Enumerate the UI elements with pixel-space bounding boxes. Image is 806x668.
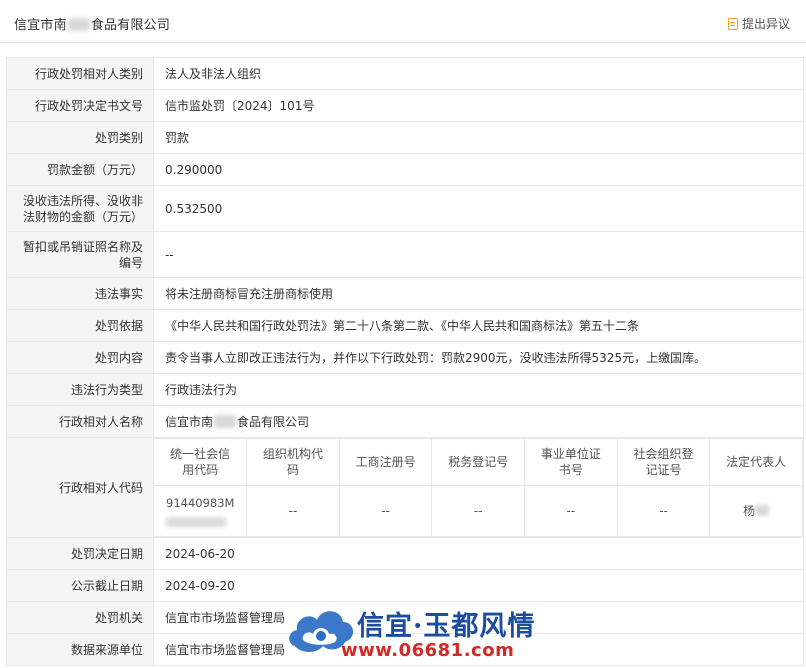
value-prefix: 信宜市南 bbox=[165, 415, 214, 429]
row-label: 罚款金额（万元） bbox=[6, 153, 154, 186]
info-row: 处罚决定日期 2024-06-20 bbox=[6, 537, 804, 570]
row-value: 责令当事人立即改正违法行为，并作以下行政处罚：罚款2900元，没收违法所得532… bbox=[153, 341, 804, 374]
row-label: 数据来源单位 bbox=[6, 633, 154, 666]
company-title-suffix: 食品有限公司 bbox=[90, 18, 171, 33]
row-label: 行政处罚相对人类别 bbox=[6, 57, 154, 90]
page-header: 信宜市南 食品有限公司 提出异议 bbox=[0, 0, 806, 43]
company-title-prefix: 信宜市南 bbox=[14, 18, 67, 33]
code-value: -- bbox=[338, 485, 433, 537]
row-value: 2024-09-20 bbox=[153, 569, 804, 602]
info-row: 处罚内容 责令当事人立即改正违法行为，并作以下行政处罚：罚款2900元，没收违法… bbox=[6, 341, 804, 374]
info-row: 公示截止日期 2024-09-20 bbox=[6, 569, 804, 602]
info-row: 暂扣或吊销证照名称及编号 -- bbox=[6, 231, 804, 278]
row-label: 行政相对人名称 bbox=[6, 405, 154, 438]
row-value: 0.532500 bbox=[153, 185, 804, 232]
company-title: 信宜市南 食品有限公司 bbox=[14, 14, 170, 33]
row-label: 处罚决定日期 bbox=[6, 537, 154, 570]
redacted-mark bbox=[67, 18, 90, 31]
info-row: 罚款金额（万元） 0.290000 bbox=[6, 153, 804, 186]
row-value: 行政违法行为 bbox=[153, 373, 804, 406]
code-value-legal-rep: 杨 bbox=[709, 485, 803, 537]
redacted-mark bbox=[166, 517, 226, 527]
row-label: 处罚内容 bbox=[6, 341, 154, 374]
objection-label: 提出异议 bbox=[741, 17, 790, 31]
watermark-title: 信宜·玉都风情 bbox=[357, 611, 536, 642]
uscc-text: 91440983M bbox=[166, 496, 235, 510]
redacted-mark bbox=[755, 505, 770, 516]
row-value: 将未注册商标冒充注册商标使用 bbox=[153, 277, 804, 310]
info-row: 行政处罚决定书文号 信市监处罚〔2024〕101号 bbox=[6, 89, 804, 122]
row-value: 罚款 bbox=[153, 121, 804, 154]
watermark-url: www.06681.com bbox=[341, 640, 515, 661]
code-header: 统一社会信用代码 bbox=[154, 438, 248, 486]
code-value: -- bbox=[616, 485, 711, 537]
row-label: 违法行为类型 bbox=[6, 373, 154, 406]
info-row: 违法事实 将未注册商标冒充注册商标使用 bbox=[6, 277, 804, 310]
info-row: 没收违法所得、没收非法财物的金额（万元） 0.532500 bbox=[6, 185, 804, 232]
row-label: 行政相对人代码 bbox=[6, 437, 154, 538]
row-label: 行政处罚决定书文号 bbox=[6, 89, 154, 122]
legal-rep-name: 杨 bbox=[743, 504, 756, 518]
info-row: 行政相对人名称 信宜市南 食品有限公司 bbox=[6, 405, 804, 438]
code-value: -- bbox=[524, 485, 618, 537]
row-value: 0.290000 bbox=[153, 153, 804, 186]
row-value: 信市监处罚〔2024〕101号 bbox=[153, 89, 804, 122]
code-row: 行政相对人代码 统一社会信用代码 组织机构代码 工商注册号 税务登记号 事业单位… bbox=[6, 437, 804, 538]
site-watermark: 信宜·玉都风情 www.06681.com bbox=[285, 598, 545, 668]
row-value: 法人及非法人组织 bbox=[153, 57, 804, 90]
row-label: 公示截止日期 bbox=[6, 569, 154, 602]
code-value: -- bbox=[431, 485, 526, 537]
row-value: 《中华人民共和国行政处罚法》第二十八条第二款、《中华人民共和国商标法》第五十二条 bbox=[153, 309, 804, 342]
code-header: 事业单位证书号 bbox=[524, 438, 618, 486]
row-value: 信宜市南 食品有限公司 bbox=[153, 405, 804, 438]
code-subtable-cell: 统一社会信用代码 组织机构代码 工商注册号 税务登记号 事业单位证书号 社会组织… bbox=[153, 437, 804, 538]
code-value-uscc: 91440983M bbox=[154, 485, 248, 537]
info-row: 行政处罚相对人类别 法人及非法人组织 bbox=[6, 57, 804, 90]
row-label: 处罚类别 bbox=[6, 121, 154, 154]
row-label: 处罚依据 bbox=[6, 309, 154, 342]
code-header: 社会组织登记证号 bbox=[616, 438, 711, 486]
code-subtable: 统一社会信用代码 组织机构代码 工商注册号 税务登记号 事业单位证书号 社会组织… bbox=[154, 438, 803, 537]
penalty-info-table: 行政处罚相对人类别 法人及非法人组织 行政处罚决定书文号 信市监处罚〔2024〕… bbox=[6, 57, 804, 666]
info-row: 处罚类别 罚款 bbox=[6, 121, 804, 154]
objection-button[interactable]: 提出异议 bbox=[727, 15, 790, 32]
value-suffix: 食品有限公司 bbox=[237, 415, 310, 429]
code-value: -- bbox=[246, 485, 340, 537]
row-value: -- bbox=[153, 231, 804, 278]
row-value: 2024-06-20 bbox=[153, 537, 804, 570]
code-value-row: 91440983M -- -- -- -- -- 杨 bbox=[154, 485, 803, 537]
row-label: 违法事实 bbox=[6, 277, 154, 310]
redacted-mark bbox=[214, 415, 237, 428]
row-label: 没收违法所得、没收非法财物的金额（万元） bbox=[6, 185, 154, 232]
code-header: 组织机构代码 bbox=[246, 438, 340, 486]
row-label: 处罚机关 bbox=[6, 601, 154, 634]
code-header: 工商注册号 bbox=[338, 438, 433, 486]
row-label: 暂扣或吊销证照名称及编号 bbox=[6, 231, 154, 278]
document-edit-icon bbox=[727, 17, 738, 30]
info-row: 处罚依据 《中华人民共和国行政处罚法》第二十八条第二款、《中华人民共和国商标法》… bbox=[6, 309, 804, 342]
info-row: 违法行为类型 行政违法行为 bbox=[6, 373, 804, 406]
code-header: 法定代表人 bbox=[709, 438, 803, 486]
code-header: 税务登记号 bbox=[431, 438, 526, 486]
code-header-row: 统一社会信用代码 组织机构代码 工商注册号 税务登记号 事业单位证书号 社会组织… bbox=[154, 438, 803, 486]
